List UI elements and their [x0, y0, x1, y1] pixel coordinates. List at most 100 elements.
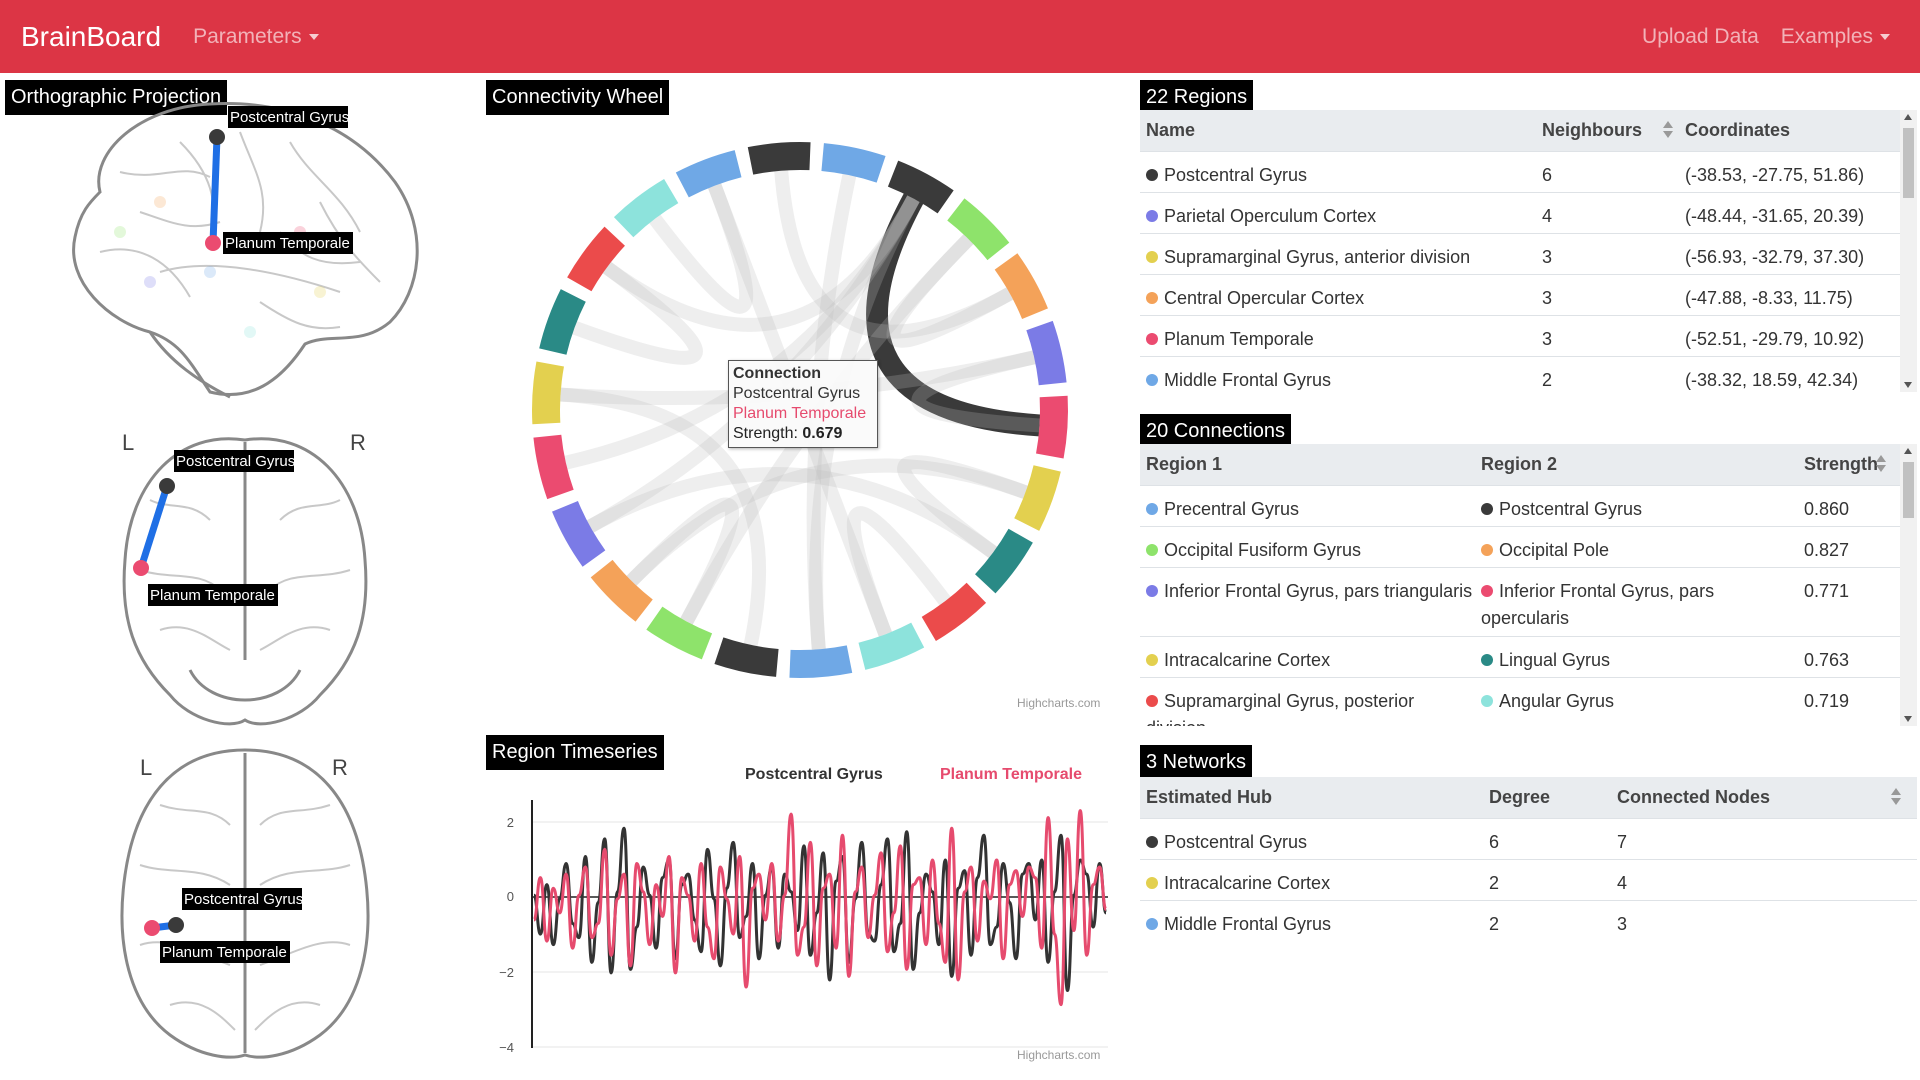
- table-row[interactable]: Planum Temporale 3 (-52.51, -29.79, 10.92): [1140, 315, 1917, 356]
- coronal-brain-view[interactable]: L R Postcentral Gyrus Planum Temporale: [110, 420, 400, 740]
- wheel-segment[interactable]: [1036, 395, 1068, 459]
- axial-brain-view[interactable]: L R Postcentral Gyrus Planum Temporale: [110, 745, 400, 1065]
- legend-series-2[interactable]: Planum Temporale: [940, 766, 1082, 784]
- region-name-text: Parietal Operculum Cortex: [1164, 206, 1377, 226]
- wheel-segment[interactable]: [747, 142, 811, 175]
- color-dot-icon: [1146, 877, 1158, 890]
- parameters-menu[interactable]: Parameters: [193, 25, 319, 49]
- sagittal-brain-view[interactable]: Postcentral Gyrus Planum Temporale: [60, 82, 430, 402]
- connection-line: [137, 484, 171, 570]
- brand-logo[interactable]: BrainBoard: [21, 21, 161, 53]
- connections-table: Region 1 Region 2 Strength Precentral Gy…: [1140, 444, 1917, 726]
- table-row[interactable]: Postcentral Gyrus 6 (-38.53, -27.75, 51.86…: [1140, 151, 1917, 192]
- wheel-segment[interactable]: [994, 253, 1048, 319]
- wheel-segment[interactable]: [858, 622, 925, 670]
- table-row[interactable]: Central Opercular Cortex 3 (-47.88, -8.33,…: [1140, 274, 1917, 315]
- connections-header: Region 1 Region 2 Strength: [1140, 444, 1917, 485]
- col-neighbours[interactable]: Neighbours: [1536, 120, 1679, 141]
- y-tick-label: −4: [499, 1040, 514, 1055]
- wheel-segment[interactable]: [552, 501, 606, 567]
- wheel-credit[interactable]: Highcharts.com: [1017, 696, 1100, 710]
- connections-scrollbar[interactable]: [1900, 444, 1917, 726]
- networks-body: Postcentral Gyrus 6 7 Intracalcarine Cortex…: [1140, 818, 1917, 941]
- node-postcentral[interactable]: [209, 129, 225, 145]
- scroll-thumb[interactable]: [1903, 128, 1914, 198]
- connection-region-2-text: Postcentral Gyrus: [1499, 499, 1643, 519]
- connection-region-1-text: Intracalcarine Cortex: [1164, 650, 1331, 670]
- wheel-segment[interactable]: [646, 606, 713, 660]
- network-hub-text: Postcentral Gyrus: [1164, 832, 1308, 852]
- region-coordinates: (-38.53, -27.75, 51.86): [1685, 165, 1865, 185]
- wheel-segment[interactable]: [532, 361, 564, 425]
- col-degree[interactable]: Degree: [1483, 787, 1611, 808]
- table-row[interactable]: Middle Frontal Gyrus 2 (-38.32, 18.59, 42.…: [1140, 356, 1917, 392]
- node-postcentral[interactable]: [168, 917, 184, 933]
- chevron-down-icon: [308, 33, 319, 40]
- col-region-1[interactable]: Region 1: [1140, 454, 1475, 475]
- col-region-2[interactable]: Region 2: [1475, 454, 1798, 475]
- color-dot-icon: [1481, 503, 1493, 516]
- timeseries-credit[interactable]: Highcharts.com: [1017, 1048, 1100, 1062]
- region-neighbours: 3: [1542, 288, 1553, 308]
- table-row[interactable]: Parietal Operculum Cortex 4 (-48.44, -31.6…: [1140, 192, 1917, 233]
- sort-icon[interactable]: [1876, 454, 1886, 474]
- wheel-segment[interactable]: [789, 645, 853, 678]
- scroll-up-icon[interactable]: [1904, 114, 1912, 120]
- col-coordinates[interactable]: Coordinates: [1679, 120, 1879, 141]
- sort-icon[interactable]: [1891, 787, 1901, 807]
- y-tick-label: 2: [506, 815, 514, 830]
- table-row[interactable]: Supramarginal Gyrus, posterior division A…: [1140, 677, 1917, 726]
- y-tick-label: −2: [499, 965, 514, 980]
- connection-region-2-text: Angular Gyrus: [1499, 691, 1615, 711]
- scroll-thumb[interactable]: [1903, 462, 1914, 518]
- legend-series-1[interactable]: Postcentral Gyrus: [745, 766, 883, 784]
- connection-region-1-text: Occipital Fusiform Gyrus: [1164, 540, 1362, 560]
- brain-outline: [122, 437, 368, 726]
- connection-strength: 0.719: [1804, 691, 1850, 711]
- node-b-label: Planum Temporale: [162, 944, 287, 961]
- table-row[interactable]: Inferior Frontal Gyrus, pars triangulari…: [1140, 567, 1917, 636]
- col-connected-nodes[interactable]: Connected Nodes: [1611, 787, 1901, 808]
- examples-menu[interactable]: Examples: [1781, 25, 1890, 49]
- timeseries-chart[interactable]: [530, 790, 1110, 1050]
- series-line[interactable]: [532, 809, 1108, 1007]
- wheel-segment[interactable]: [675, 150, 742, 198]
- scroll-down-icon[interactable]: [1904, 382, 1912, 388]
- networks-table: Estimated Hub Degree Connected Nodes Pos…: [1140, 777, 1917, 947]
- sort-icon[interactable]: [1663, 120, 1673, 140]
- brain-sulci: [99, 131, 381, 330]
- region-neighbours: 2: [1542, 370, 1553, 390]
- scroll-down-icon[interactable]: [1904, 716, 1912, 722]
- left-label: L: [122, 430, 134, 455]
- region-neighbours: 3: [1542, 247, 1553, 267]
- region-name-text: Postcentral Gyrus: [1164, 165, 1308, 185]
- table-row[interactable]: Supramarginal Gyrus, anterior division 3 (…: [1140, 233, 1917, 274]
- color-dot-icon: [1146, 169, 1158, 182]
- node-a-label: Postcentral Gyrus: [184, 891, 303, 908]
- table-row[interactable]: Middle Frontal Gyrus 2 3: [1140, 900, 1917, 941]
- region-coordinates: (-56.93, -32.79, 37.30): [1685, 247, 1865, 267]
- col-strength[interactable]: Strength: [1798, 454, 1898, 475]
- network-hub-text: Middle Frontal Gyrus: [1164, 914, 1332, 934]
- color-dot-icon: [1146, 292, 1158, 305]
- table-row[interactable]: Postcentral Gyrus 6 7: [1140, 818, 1917, 859]
- region-name-text: Supramarginal Gyrus, anterior division: [1164, 247, 1471, 267]
- col-hub[interactable]: Estimated Hub: [1140, 787, 1483, 808]
- node-planum[interactable]: [144, 920, 160, 936]
- table-row[interactable]: Precentral Gyrus Postcentral Gyrus 0.860: [1140, 485, 1917, 526]
- connection-region-2-text: Lingual Gyrus: [1499, 650, 1611, 670]
- scroll-up-icon[interactable]: [1904, 448, 1912, 454]
- table-row[interactable]: Occipital Fusiform Gyrus Occipital Pole 0.…: [1140, 526, 1917, 567]
- regions-header: Name Neighbours Coordinates: [1140, 110, 1917, 151]
- node-postcentral[interactable]: [159, 478, 175, 494]
- node-planum[interactable]: [133, 560, 149, 576]
- table-row[interactable]: Intracalcarine Cortex 2 4: [1140, 859, 1917, 900]
- table-row[interactable]: Intracalcarine Cortex Lingual Gyrus 0.763: [1140, 636, 1917, 677]
- connection-region-2: Postcentral Gyrus: [1475, 496, 1798, 523]
- tooltip-from: Postcentral Gyrus: [733, 385, 861, 402]
- node-planum[interactable]: [205, 235, 221, 251]
- upload-data-link[interactable]: Upload Data: [1642, 25, 1759, 49]
- col-name[interactable]: Name: [1140, 120, 1536, 141]
- connection-region-1: Inferior Frontal Gyrus, pars triangulari…: [1140, 578, 1475, 605]
- regions-scrollbar[interactable]: [1900, 110, 1917, 392]
